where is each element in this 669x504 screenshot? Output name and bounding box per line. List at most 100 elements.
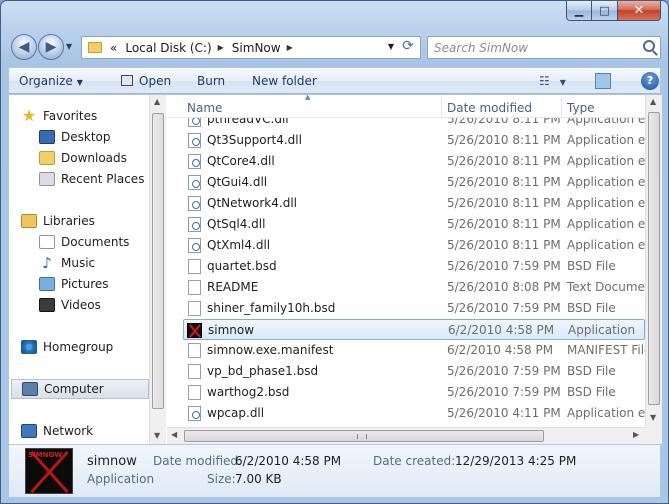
scroll-left-icon[interactable]: ◀ <box>171 430 177 439</box>
explorer-window: ▁ □ ✕ ◀ ▶ ▼ « Local Disk (C:) ▶ SimNow ▶… <box>0 0 669 504</box>
nav-desktop[interactable]: Desktop <box>39 127 147 147</box>
help-icon[interactable]: ? <box>641 72 659 90</box>
file-row[interactable]: QtGui4.dll 5/26/2010 8:11 PM Application e… <box>183 172 645 193</box>
column-divider[interactable] <box>561 98 562 116</box>
file-row[interactable]: warthog2.bsd 5/26/2010 7:59 PM BSD File <box>183 382 645 403</box>
file-list-vertical-scrollbar[interactable]: ▲ ▼ <box>645 95 662 427</box>
date-modified-label: Date modified: <box>153 454 243 468</box>
details-file-type: Application <box>87 472 155 486</box>
close-button[interactable]: ✕ <box>618 1 661 21</box>
scroll-up-icon[interactable]: ▲ <box>154 97 160 106</box>
file-thumbnail: SIMNOW <box>25 448 73 494</box>
file-icon <box>188 301 201 316</box>
column-type[interactable]: Type <box>567 101 595 115</box>
breadcrumb-local-disk[interactable]: Local Disk (C:) <box>125 41 211 55</box>
minimize-button[interactable]: ▁ <box>566 1 592 21</box>
nav-favorites[interactable]: ★ Favorites <box>21 106 159 126</box>
file-icon <box>188 343 201 358</box>
file-name: QtSql4.dll <box>207 217 266 231</box>
organize-button[interactable]: Organize ▼ <box>19 74 83 88</box>
file-name: QtXml4.dll <box>207 238 271 252</box>
nav-network[interactable]: Network <box>21 421 159 441</box>
star-icon: ★ <box>21 106 37 125</box>
address-prefix[interactable]: « <box>110 41 117 55</box>
preview-pane-icon[interactable] <box>595 73 611 89</box>
nav-homegroup[interactable]: Homegroup <box>21 337 159 357</box>
file-name: quartet.bsd <box>207 259 277 273</box>
homegroup-icon <box>21 340 37 354</box>
file-row[interactable]: quartet.bsd 5/26/2010 7:59 PM BSD File <box>183 256 645 277</box>
column-date-modified[interactable]: Date modified <box>447 101 532 115</box>
file-type: Application <box>568 323 636 337</box>
column-divider[interactable] <box>441 98 442 116</box>
file-date-modified: 6/2/2010 4:58 PM <box>448 323 555 337</box>
scroll-down-icon[interactable]: ▼ <box>154 431 160 440</box>
open-icon <box>121 75 133 86</box>
videos-icon <box>39 298 55 312</box>
file-name: pthreadVC.dll <box>207 118 289 126</box>
nav-documents[interactable]: Documents <box>39 232 147 252</box>
thumbnail-logo-text: SIMNOW <box>28 451 63 459</box>
file-row[interactable]: QtXml4.dll 5/26/2010 8:11 PM Application e… <box>183 235 645 256</box>
file-row[interactable]: QtCore4.dll 5/26/2010 8:11 PM Application … <box>183 151 645 172</box>
change-view-button[interactable]: ☷ ▼ <box>539 74 566 88</box>
nav-libraries[interactable]: Libraries <box>21 211 159 231</box>
file-icon <box>188 385 201 400</box>
file-row[interactable]: QtSql4.dll 5/26/2010 8:11 PM Application e… <box>183 214 645 235</box>
open-button[interactable]: Open <box>121 74 171 88</box>
dll-file-icon <box>188 406 201 421</box>
file-row[interactable]: QtNetwork4.dll 5/26/2010 8:11 PM Applicati… <box>183 193 645 214</box>
nav-pictures[interactable]: Pictures <box>39 274 147 294</box>
file-row[interactable]: simnow.exe.manifest 6/2/2010 4:58 PM MANIF… <box>183 340 645 361</box>
nav-videos[interactable]: Videos <box>39 295 147 315</box>
date-modified-value: 6/2/2010 4:58 PM <box>235 454 342 468</box>
file-row[interactable]: shiner_family10h.bsd 5/26/2010 7:59 PM BSD… <box>183 298 645 319</box>
search-icon[interactable] <box>643 40 655 52</box>
file-date-modified: 5/26/2010 7:59 PM <box>447 301 561 315</box>
nav-downloads[interactable]: Downloads <box>39 148 147 168</box>
navigation-pane: ★ Favorites Desktop Downloads Recent Plac… <box>9 95 149 444</box>
details-pane: SIMNOW simnow Application Date modified:… <box>9 444 660 497</box>
scroll-up-icon[interactable]: ▲ <box>650 97 656 106</box>
search-input[interactable]: Search SimNow <box>427 36 661 59</box>
file-date-modified: 6/2/2010 4:58 PM <box>447 343 554 357</box>
address-bar[interactable]: « Local Disk (C:) ▶ SimNow ▶ ▼ ⟳ <box>81 36 421 59</box>
application-icon <box>187 323 202 338</box>
network-icon <box>21 424 37 438</box>
file-row[interactable]: wpcap.dll 5/26/2010 4:11 PM Application ex… <box>183 403 645 424</box>
address-dropdown-icon[interactable]: ▼ <box>388 42 394 51</box>
file-name: QtGui4.dll <box>207 175 268 189</box>
breadcrumb-separator-icon[interactable]: ▶ <box>218 43 224 52</box>
breadcrumb-simnow[interactable]: SimNow <box>232 41 281 55</box>
file-row[interactable]: Qt3Support4.dll 5/26/2010 8:11 PM Applicat… <box>183 130 645 151</box>
refresh-icon[interactable]: ⟳ <box>398 38 418 57</box>
file-name: shiner_family10h.bsd <box>207 301 336 315</box>
maximize-button[interactable]: □ <box>592 1 618 21</box>
column-name[interactable]: Name <box>187 101 222 115</box>
nav-music[interactable]: ♪ Music <box>39 253 147 273</box>
file-row[interactable]: vp_bd_phase1.bsd 5/26/2010 7:59 PM BSD Fil… <box>183 361 645 382</box>
scroll-right-icon[interactable]: ▶ <box>633 430 639 439</box>
dll-file-icon <box>188 217 201 232</box>
nav-recent-places[interactable]: Recent Places <box>39 169 147 189</box>
recent-locations-dropdown[interactable]: ▼ <box>66 42 72 51</box>
file-row[interactable]: README 5/26/2010 8:08 PM Text Document <box>183 277 645 298</box>
file-type: Application extension <box>567 238 645 252</box>
nav-scroll-thumb[interactable] <box>152 113 164 409</box>
vertical-scroll-thumb[interactable] <box>648 112 660 405</box>
file-icon <box>188 364 201 379</box>
forward-button[interactable]: ▶ <box>38 34 64 60</box>
burn-button[interactable]: Burn <box>197 74 225 88</box>
nav-scrollbar[interactable]: ▲ ▼ <box>149 95 166 444</box>
new-folder-button[interactable]: New folder <box>252 74 317 88</box>
file-row[interactable]: pthreadVC.dll 5/26/2010 8:11 PM Applicatio… <box>183 118 645 130</box>
file-name: simnow.exe.manifest <box>207 343 334 357</box>
file-list-horizontal-scrollbar[interactable]: ◀ ▶ <box>167 427 645 444</box>
scroll-down-icon[interactable]: ▼ <box>650 413 656 422</box>
nav-computer[interactable]: Computer <box>11 379 149 399</box>
file-row[interactable]: simnow 6/2/2010 4:58 PM Application <box>183 319 645 340</box>
horizontal-scroll-thumb[interactable] <box>184 430 544 442</box>
back-button[interactable]: ◀ <box>11 34 37 60</box>
file-type: Application extension <box>567 196 645 210</box>
breadcrumb-separator-icon[interactable]: ▶ <box>287 43 293 52</box>
